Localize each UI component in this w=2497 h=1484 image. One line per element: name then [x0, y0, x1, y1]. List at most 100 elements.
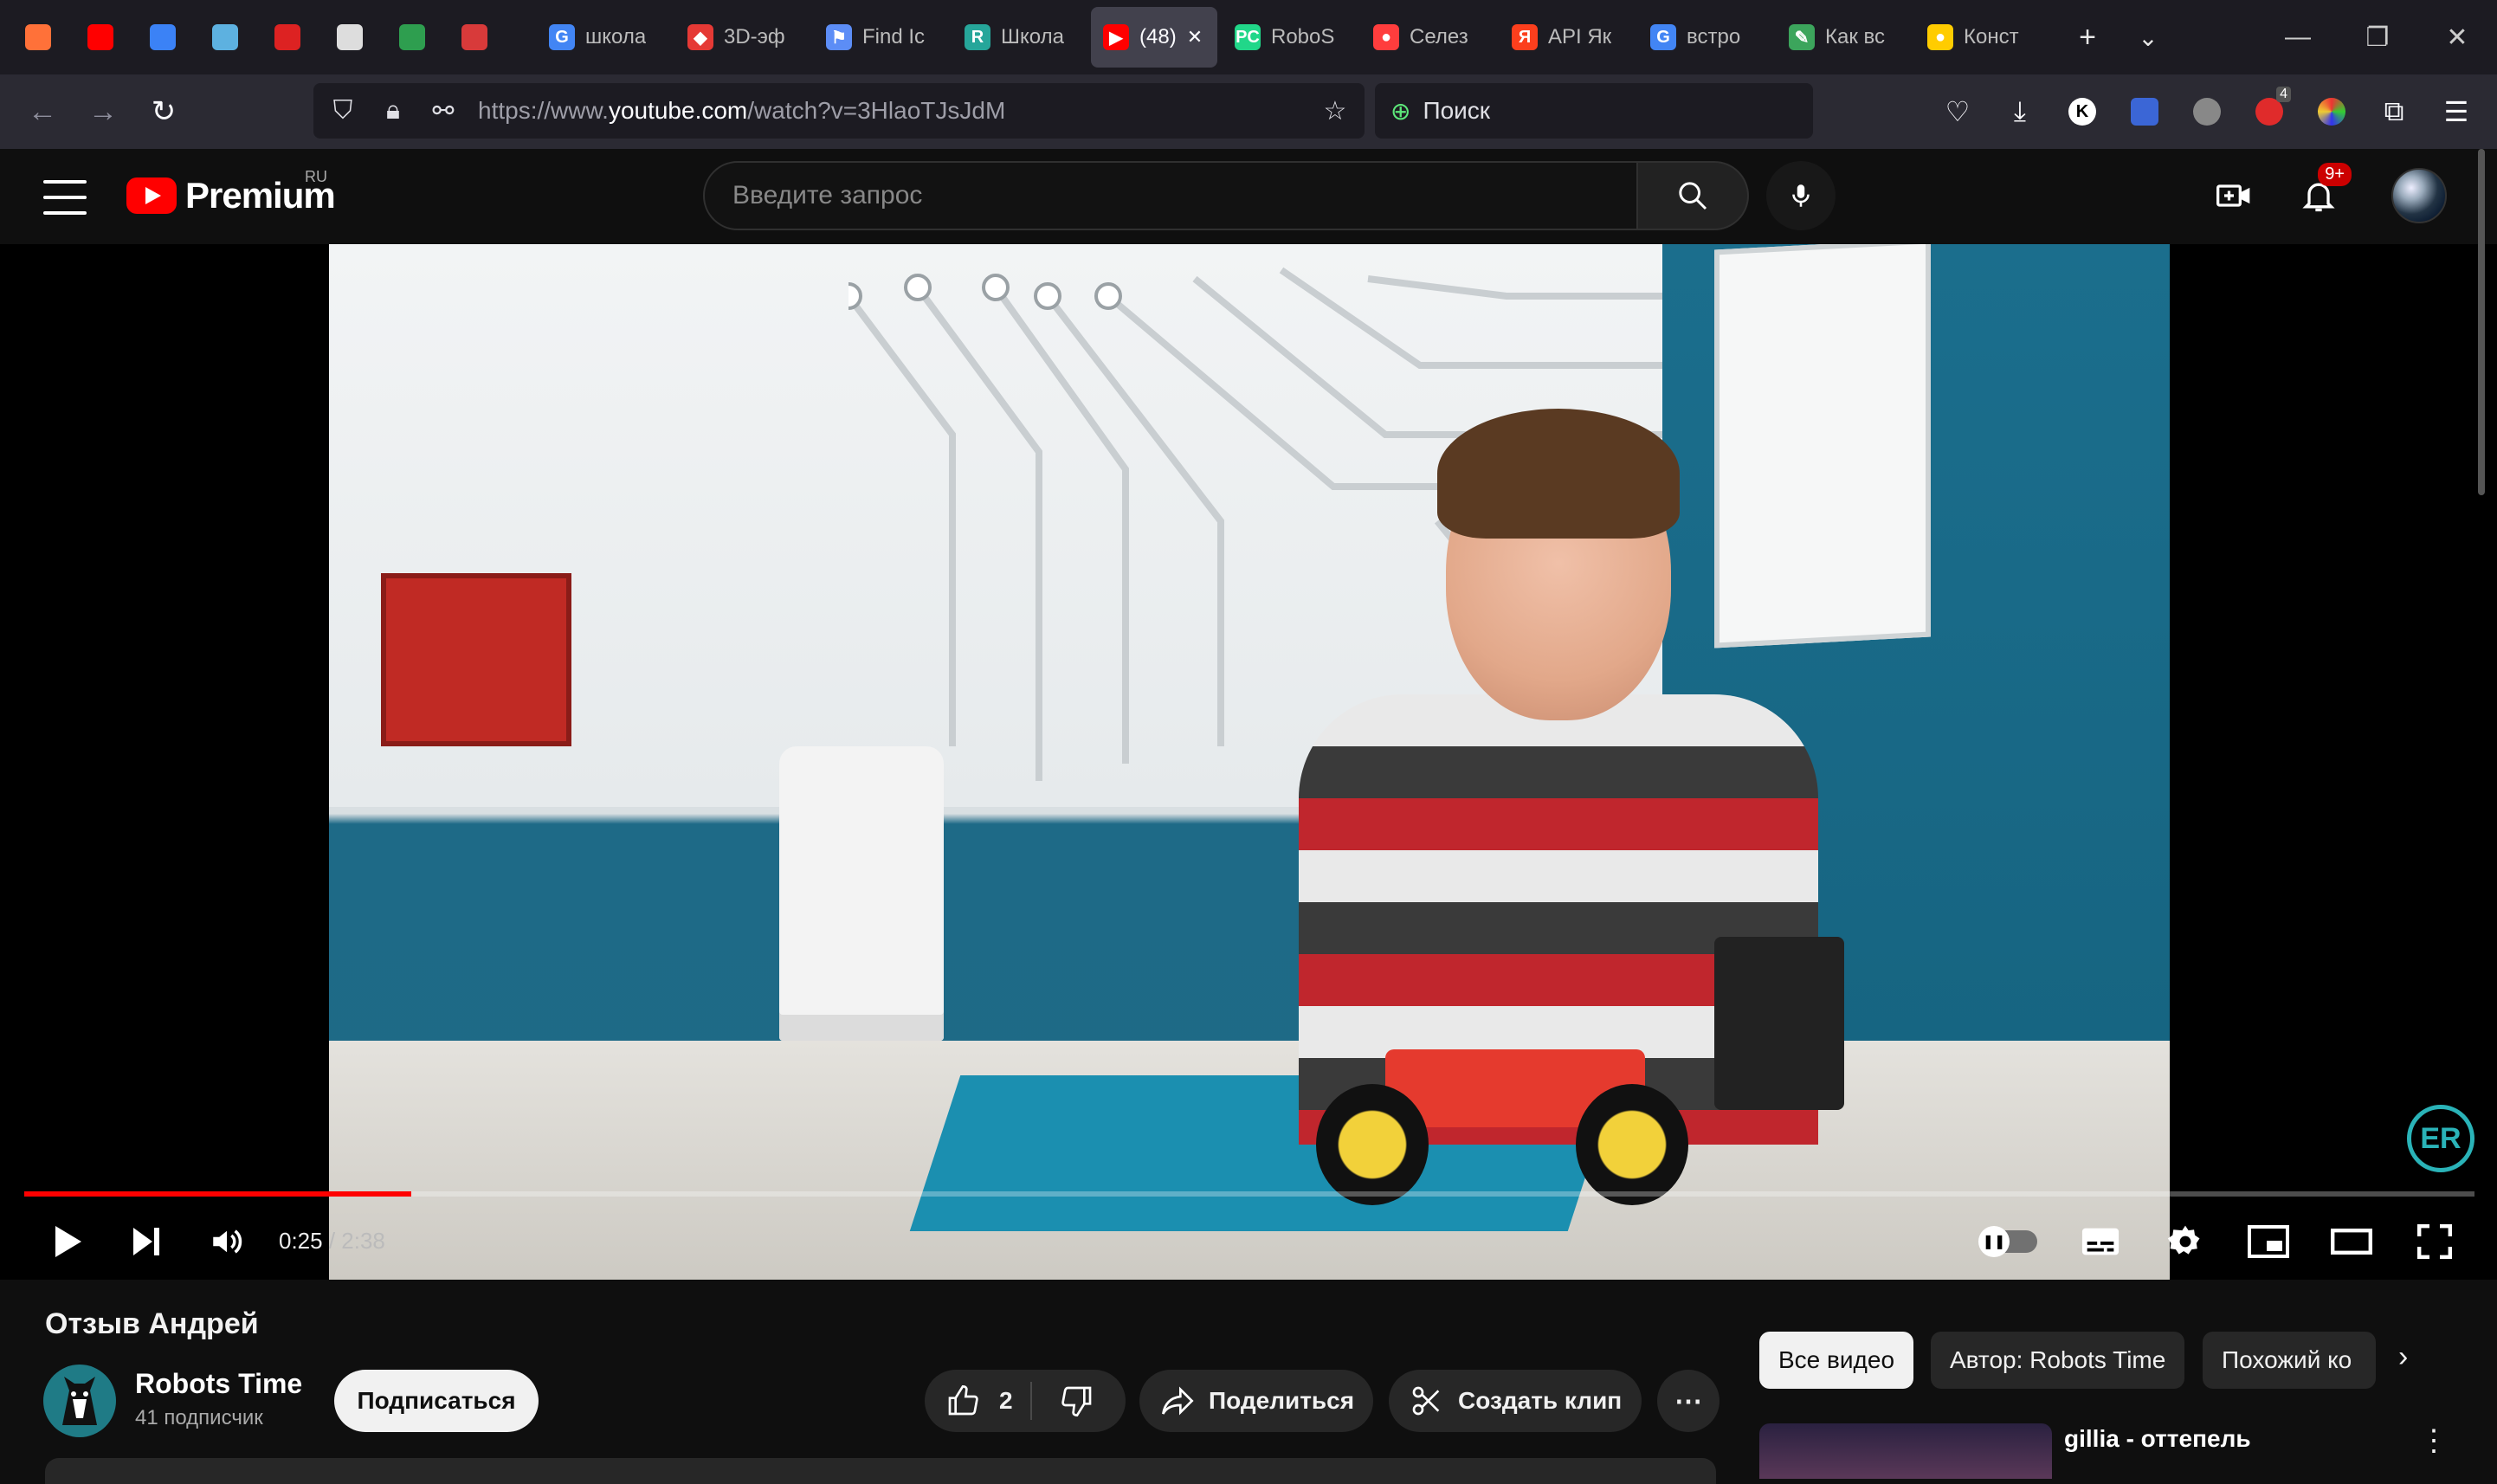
shield-icon[interactable]: ⛉ — [327, 96, 358, 126]
youtube-play-logo-icon — [126, 177, 177, 214]
tab-active[interactable]: ▶ (48) ✕ — [1091, 7, 1217, 68]
pocket-icon[interactable]: ♡ — [1931, 81, 1984, 142]
new-tab-icon[interactable]: + — [2057, 7, 2118, 68]
pinned-tab[interactable] — [132, 7, 194, 68]
minimize-icon[interactable]: — — [2258, 7, 2338, 68]
browser-tab[interactable]: ● Селез — [1361, 7, 1494, 68]
browser-tab[interactable]: Я API Як — [1500, 7, 1633, 68]
bitwarden-icon[interactable] — [2118, 81, 2171, 142]
guide-menu-icon[interactable] — [43, 180, 87, 215]
chip-related[interactable]: Похожий ко — [2203, 1332, 2376, 1389]
channel-watermark[interactable]: ER — [2407, 1105, 2474, 1172]
pinned-tab[interactable] — [194, 7, 256, 68]
lock-icon[interactable]: 🔒︎ — [377, 96, 409, 126]
close-tab-icon[interactable]: ✕ — [1187, 26, 1203, 48]
play-button[interactable] — [40, 1214, 95, 1269]
kaspersky-icon[interactable]: K — [2055, 81, 2109, 142]
chevron-right-icon[interactable]: › — [2398, 1340, 2408, 1374]
close-window-icon[interactable]: ✕ — [2417, 7, 2497, 68]
channel-name[interactable]: Robots Time — [135, 1368, 302, 1400]
subscribe-button[interactable]: Подписаться — [334, 1370, 539, 1432]
figure-icon — [461, 24, 487, 50]
url-text[interactable]: https://www.youtube.com/watch?v=3HlaoTJs… — [478, 97, 1300, 125]
pinned-tab[interactable] — [256, 7, 319, 68]
browser-nav-bar: ← → ↻ ⛉ 🔒︎ ⚯ https://www.youtube.com/wat… — [0, 74, 2497, 149]
channel-avatar[interactable] — [43, 1365, 116, 1437]
youtube-search-placeholder: Введите запрос — [732, 181, 923, 210]
play-icon — [55, 1226, 81, 1257]
permissions-icon[interactable]: ⚯ — [428, 96, 459, 126]
browser-tab[interactable]: ● Конст — [1915, 7, 2049, 68]
back-icon[interactable]: ← — [12, 81, 73, 142]
address-bar[interactable]: ⛉ 🔒︎ ⚯ https://www.youtube.com/watch?v=3… — [313, 83, 1365, 139]
youtube-logo[interactable]: Premium — [126, 175, 336, 216]
account-avatar[interactable] — [2391, 168, 2447, 223]
browser-tab[interactable]: ✎ Как вс — [1777, 7, 1910, 68]
browser-tab[interactable]: R Школа — [952, 7, 1086, 68]
share-button[interactable]: Поделиться — [1139, 1370, 1373, 1432]
progress-bar[interactable] — [24, 1191, 2474, 1197]
volume-button[interactable] — [199, 1214, 255, 1269]
browser-tab[interactable]: Gвстро — [1638, 7, 1771, 68]
bin — [1714, 937, 1844, 1110]
more-actions-button[interactable]: ⋯ — [1657, 1370, 1720, 1432]
recommended-title[interactable]: gillia - оттепель — [2064, 1425, 2251, 1453]
like-count: 2 — [999, 1387, 1013, 1414]
pinned-tab[interactable] — [443, 7, 506, 68]
search-button[interactable] — [1638, 161, 1749, 230]
notifications-button[interactable]: 9+ — [2291, 163, 2352, 223]
create-button[interactable] — [2206, 168, 2261, 223]
more-vertical-icon[interactable]: ⋮ — [2419, 1423, 2449, 1458]
bookmark-star-icon[interactable]: ☆ — [1319, 96, 1351, 126]
globe-icon[interactable] — [2180, 81, 2234, 142]
browser-tab[interactable]: ◆ 3D-эф — [675, 7, 809, 68]
pinned-tab[interactable] — [319, 7, 381, 68]
miniplayer-button[interactable] — [2241, 1214, 2296, 1269]
doc-icon: ✎ — [1789, 24, 1815, 50]
pinned-tab[interactable] — [69, 7, 132, 68]
video-frame[interactable] — [329, 244, 2170, 1280]
browser-search-box[interactable]: ⊕ Поиск — [1375, 83, 1813, 139]
current-time: 0:25 — [279, 1228, 323, 1254]
voice-search-button[interactable] — [1766, 161, 1836, 230]
adblock-icon[interactable]: 4 — [2242, 81, 2296, 142]
flag-icon: ⚑ — [826, 24, 852, 50]
browser-tab[interactable]: Gшкола — [537, 7, 670, 68]
browser-tab[interactable]: ⚑ Find Ic — [814, 7, 947, 68]
dislike-button[interactable] — [1032, 1384, 1122, 1418]
hair — [1437, 409, 1680, 539]
browser-tab[interactable]: PC RoboS — [1223, 7, 1356, 68]
yandex-icon: Я — [1512, 24, 1538, 50]
like-button[interactable]: 2 — [925, 1382, 1032, 1420]
progress-fill — [24, 1191, 412, 1197]
description-box[interactable] — [45, 1458, 1716, 1484]
notification-badge: 9+ — [2318, 163, 2352, 186]
pinned-tab[interactable] — [381, 7, 443, 68]
pinned-tab[interactable] — [7, 7, 69, 68]
tab-label: API Як — [1548, 25, 1612, 48]
menu-icon[interactable]: ☰ — [2429, 81, 2483, 142]
tab-label: встро — [1687, 25, 1741, 48]
page-scrollbar[interactable] — [2478, 149, 2485, 495]
youtube-search-input[interactable]: Введите запрос — [703, 161, 1638, 230]
settings-button[interactable] — [2158, 1214, 2213, 1269]
next-button[interactable] — [118, 1214, 173, 1269]
theater-mode-button[interactable] — [2324, 1214, 2379, 1269]
fullscreen-button[interactable] — [2407, 1214, 2462, 1269]
download-icon[interactable]: ⤓ — [1993, 81, 2047, 142]
video-player[interactable]: ER 0:25 / 2:38 ❚❚ — [0, 244, 2497, 1280]
recommended-thumbnail[interactable] — [1759, 1423, 2052, 1479]
subtitles-button[interactable] — [2073, 1214, 2128, 1269]
restore-icon[interactable]: ❐ — [2338, 7, 2417, 68]
list-all-tabs-icon[interactable]: ⌄ — [2118, 7, 2178, 68]
chip-author[interactable]: Автор: Robots Time — [1931, 1332, 2185, 1389]
tab-label: Find Ic — [862, 25, 926, 48]
autoplay-toggle[interactable]: ❚❚ — [1978, 1214, 2040, 1269]
chip-all-videos[interactable]: Все видео — [1759, 1332, 1914, 1389]
extensions-puzzle-icon[interactable]: ⧉ — [2367, 81, 2421, 142]
forward-icon[interactable]: → — [73, 81, 133, 142]
library-icon — [150, 24, 176, 50]
reload-icon[interactable]: ↻ — [133, 81, 194, 142]
colorful-extension-icon[interactable] — [2305, 81, 2358, 142]
create-clip-button[interactable]: Создать клип — [1389, 1370, 1642, 1432]
